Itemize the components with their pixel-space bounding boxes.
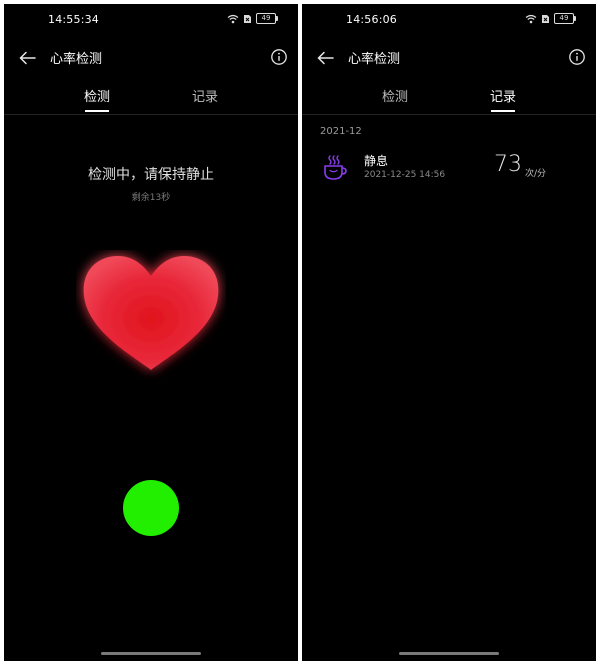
wifi-icon [525,14,537,23]
info-icon[interactable] [568,48,586,66]
app-bar: 心率检测 [4,38,298,78]
home-indicator[interactable] [101,652,201,655]
battery-icon: 49 [554,13,576,24]
back-arrow-icon[interactable] [316,48,336,68]
detect-message: 检测中，请保持静止 [88,167,214,183]
status-icons: 49 [227,13,278,24]
remaining-time: 剩余13秒 [131,193,171,203]
detect-screen: 14:55:34 49 心率检测 检测 记录 检测中，请保持静止 剩余13秒 [4,4,298,661]
app-bar: 心率检测 [302,38,596,78]
tab-label: 记录 [489,90,516,105]
record-list-item[interactable]: 静息 2021-12-25 14:56 73 次/分 [302,148,596,192]
no-sim-icon [542,14,549,23]
heart-rate-unit: 次/分 [525,169,547,179]
tab-records[interactable]: 记录 [175,86,235,112]
tab-indicator [85,110,109,112]
coffee-cup-icon [324,155,347,180]
status-time: 14:56:06 [346,13,398,26]
tab-detect[interactable]: 检测 [67,86,127,112]
tab-detect[interactable]: 检测 [365,86,425,112]
tab-indicator [491,110,515,112]
status-bar: 14:55:34 49 [4,4,298,36]
measure-indicator-dot [123,480,179,536]
wifi-icon [227,14,239,23]
status-bar: 14:56:06 49 [302,4,596,36]
status-time: 14:55:34 [48,13,100,26]
records-screen: 14:56:06 49 心率检测 检测 记录 2021-12 静息 2021-1… [302,4,596,661]
tab-label: 记录 [191,90,218,105]
back-arrow-icon[interactable] [18,48,38,68]
month-header: 2021-12 [320,126,362,137]
tab-bar: 检测 记录 [4,84,298,115]
no-sim-icon [244,14,251,23]
status-icons: 49 [525,13,576,24]
page-title: 心率检测 [348,52,401,67]
record-timestamp: 2021-12-25 14:56 [364,170,446,180]
tab-label: 检测 [83,90,110,105]
home-indicator[interactable] [399,652,499,655]
page-title: 心率检测 [50,52,103,67]
tab-records[interactable]: 记录 [473,86,533,112]
tab-label: 检测 [381,90,408,105]
tab-bar: 检测 记录 [302,84,596,115]
heart-rate-value: 73 [494,152,522,177]
record-title: 静息 [364,154,389,168]
heart-icon [83,256,219,370]
info-icon[interactable] [270,48,288,66]
battery-icon: 49 [256,13,278,24]
